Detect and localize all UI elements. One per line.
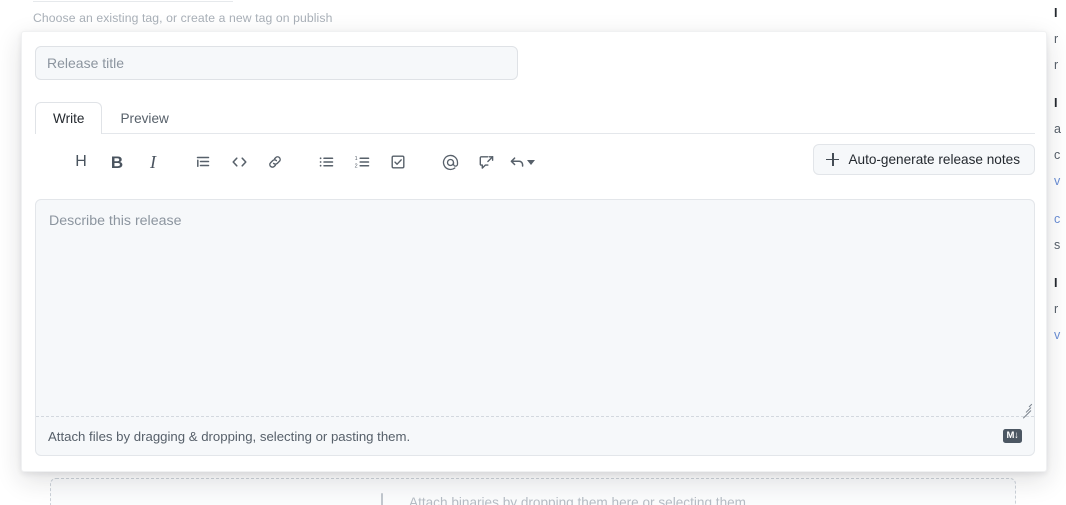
tab-preview-label: Preview — [120, 111, 169, 126]
svg-text:2: 2 — [354, 163, 357, 169]
edge-spacer — [1054, 194, 1066, 206]
tab-write-label: Write — [53, 111, 85, 126]
release-title-placeholder: Release title — [47, 55, 125, 71]
edge-fragment: I — [1054, 96, 1058, 110]
cross-reference-icon[interactable] — [471, 147, 501, 177]
markdown-toolbar: H B I 1 2 Auto-generate release notes — [35, 136, 1035, 188]
ordered-list-icon[interactable]: 1 2 — [347, 147, 377, 177]
tag-hint-text: Choose an existing tag, or create a new … — [33, 11, 333, 25]
markdown-badge-icon[interactable]: M↓ — [1003, 429, 1022, 443]
quote-icon[interactable] — [188, 147, 218, 177]
release-title-input[interactable]: Release title — [35, 46, 518, 80]
tab-preview[interactable]: Preview — [102, 102, 186, 134]
edge-fragment: r — [1054, 58, 1059, 72]
screen-root: Choose an existing tag, or create a new … — [0, 0, 1066, 505]
saved-replies-icon[interactable] — [507, 147, 537, 177]
auto-generate-release-notes-button[interactable]: Auto-generate release notes — [813, 144, 1035, 175]
link-icon[interactable] — [260, 147, 290, 177]
edge-fragment: r — [1054, 302, 1059, 316]
italic-glyph: I — [150, 152, 156, 172]
code-icon[interactable] — [224, 147, 254, 177]
heading-glyph: H — [75, 153, 87, 170]
release-editor-panel: Release title Write Preview H B I 1 2 Au… — [21, 31, 1047, 472]
svg-text:1: 1 — [354, 156, 357, 162]
tab-write[interactable]: Write — [35, 102, 103, 135]
unordered-list-icon[interactable] — [311, 147, 341, 177]
clipped-sidebar-fragments: I r r I a c v c s I r v — [1054, 0, 1066, 505]
edge-fragment: I — [1054, 6, 1058, 20]
mention-icon[interactable] — [435, 147, 465, 177]
edge-fragment: v — [1054, 174, 1061, 188]
edge-fragment: a — [1054, 122, 1061, 136]
edge-fragment: r — [1054, 32, 1059, 46]
edge-fragment: c — [1054, 148, 1061, 162]
italic-icon[interactable]: I — [138, 147, 168, 177]
task-list-icon[interactable] — [383, 147, 413, 177]
bold-glyph: B — [110, 152, 124, 172]
paperclip-icon — [381, 493, 383, 505]
edge-fragment: I — [1054, 276, 1058, 290]
heading-icon[interactable]: H — [66, 147, 96, 177]
attach-files-footer: Attach files by dragging & dropping, sel… — [36, 417, 1034, 455]
bold-icon[interactable]: B — [102, 147, 132, 177]
plus-icon — [826, 153, 840, 166]
binaries-drop-zone-label: Attach binaries by dropping them here or… — [409, 495, 750, 505]
binaries-drop-zone-content: Attach binaries by dropping them here or… — [381, 493, 750, 505]
auto-generate-label: Auto-generate release notes — [848, 152, 1020, 167]
release-description-textarea[interactable]: Describe this release — [36, 200, 1034, 419]
release-description-box: Describe this release Attach files by dr… — [35, 199, 1035, 456]
edge-spacer — [1054, 78, 1066, 90]
binaries-drop-zone[interactable]: Attach binaries by dropping them here or… — [50, 478, 1016, 505]
attach-files-note: Attach files by dragging & dropping, sel… — [48, 428, 411, 444]
edge-fragment: c — [1054, 212, 1061, 226]
edge-fragment: s — [1054, 238, 1061, 252]
top-field-stub — [33, 0, 233, 2]
editor-tabs: Write Preview — [35, 102, 1035, 135]
edge-spacer — [1054, 258, 1066, 270]
resize-handle[interactable] — [1018, 400, 1032, 419]
release-description-placeholder: Describe this release — [49, 213, 182, 229]
chevron-down-icon — [527, 159, 535, 165]
edge-fragment: v — [1054, 328, 1061, 342]
